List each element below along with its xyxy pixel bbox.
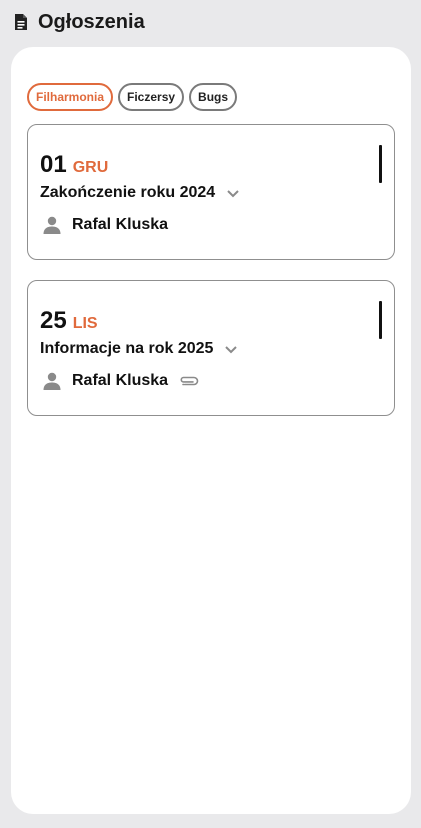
- author-name: Rafal Kluska: [72, 216, 169, 233]
- filter-chips: Filharmonia Ficzersy Bugs: [27, 83, 238, 111]
- date-month: GRU: [72, 159, 109, 176]
- announcement-subject: Zakończenie roku 2024: [40, 184, 241, 202]
- attachment-icon[interactable]: [178, 374, 200, 388]
- announcement-date: 25 LIS: [40, 307, 98, 335]
- date-month: LIS: [72, 315, 98, 332]
- date-day: 25: [40, 307, 67, 334]
- chevron-down-icon[interactable]: [225, 185, 241, 201]
- chevron-down-icon[interactable]: [223, 341, 239, 357]
- person-icon: [42, 215, 62, 235]
- announcement-title: Zakończenie roku 2024: [40, 184, 216, 201]
- page-title: Ogłoszenia: [38, 10, 145, 33]
- text-cursor-bar: [379, 301, 382, 339]
- date-day: 01: [40, 151, 67, 178]
- announcement-card[interactable]: 25 LIS Informacje na rok 2025 Rafal Klus…: [27, 280, 395, 416]
- page-header: Ogłoszenia: [12, 10, 145, 34]
- person-icon: [42, 371, 62, 391]
- filter-chip-bugs[interactable]: Bugs: [189, 83, 238, 111]
- author-name: Rafal Kluska: [72, 372, 169, 389]
- announcement-date: 01 GRU: [40, 151, 108, 179]
- filter-chip-filharmonia[interactable]: Filharmonia: [27, 83, 114, 111]
- announcements-panel: Filharmonia Ficzersy Bugs 01 GRU Zakończ…: [11, 47, 411, 814]
- announcement-author: Rafal Kluska: [42, 371, 200, 391]
- text-cursor-bar: [379, 145, 382, 183]
- announcement-author: Rafal Kluska: [42, 215, 168, 235]
- filter-chip-ficzersy[interactable]: Ficzersy: [118, 83, 185, 111]
- document-icon: [12, 13, 30, 31]
- announcement-title: Informacje na rok 2025: [40, 340, 214, 357]
- announcement-card[interactable]: 01 GRU Zakończenie roku 2024 Rafal Klusk…: [27, 124, 395, 260]
- announcement-subject: Informacje na rok 2025: [40, 340, 239, 358]
